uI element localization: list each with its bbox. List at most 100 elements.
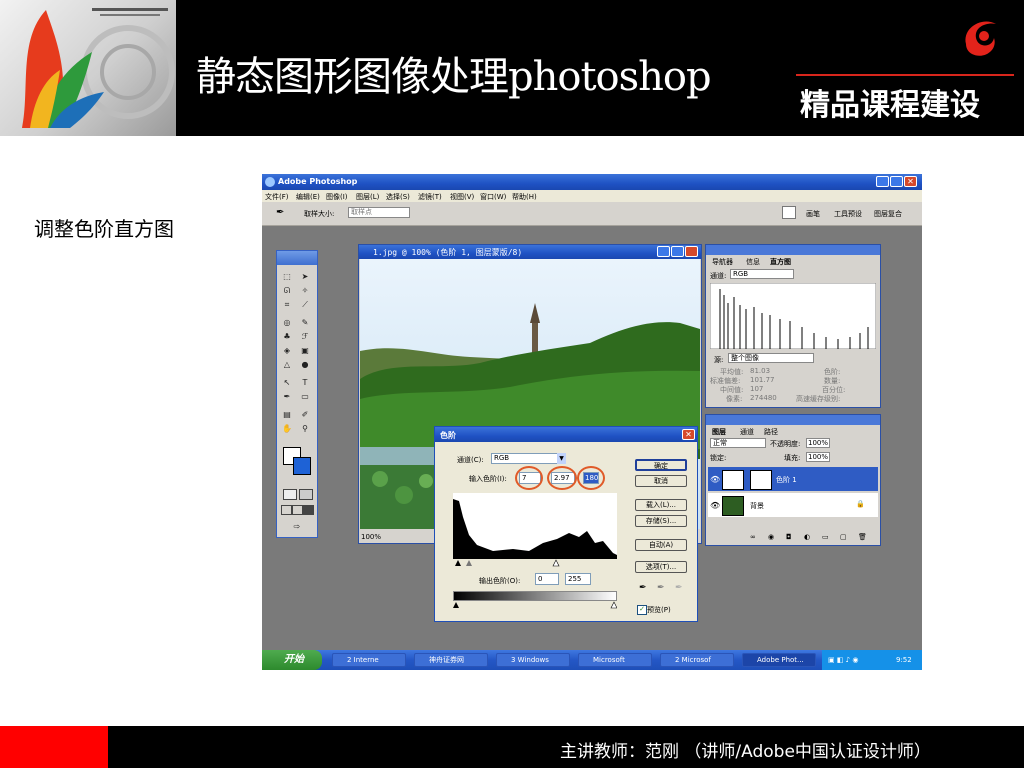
auto-button[interactable]: 自动(A) — [635, 539, 687, 551]
close-button[interactable]: ✕ — [904, 176, 917, 187]
histogram-source-select[interactable]: 整个图像 — [728, 353, 814, 363]
palette-tab-tool-presets[interactable]: 工具预设 — [834, 209, 862, 219]
menu-item-view[interactable]: 视图(V) — [450, 192, 474, 202]
gray-point-eyedropper-icon[interactable]: ✒ — [657, 583, 665, 593]
delete-layer-icon[interactable]: 🗑 — [858, 533, 867, 541]
output-sliders[interactable] — [453, 601, 617, 609]
stat-median-value: 107 — [750, 385, 764, 393]
tray-icons[interactable]: ▣ ◧ ♪ ◉ — [828, 656, 858, 664]
file-browser-icon[interactable] — [782, 206, 796, 219]
menu-item-filter[interactable]: 滤镜(T) — [418, 192, 442, 202]
menu-item-layer[interactable]: 图层(L) — [356, 192, 379, 202]
tab-paths[interactable]: 路径 — [764, 427, 778, 437]
move-tool-icon[interactable]: ➤ — [299, 271, 311, 282]
tab-info[interactable]: 信息 — [746, 257, 760, 267]
screen-mode-full-icon[interactable] — [303, 505, 314, 515]
layer-style-icon[interactable]: ◉ — [768, 533, 774, 541]
menu-item-file[interactable]: 文件(F) — [265, 192, 289, 202]
tab-histogram[interactable]: 直方图 — [770, 257, 791, 267]
preview-checkbox[interactable]: ✓ — [637, 605, 647, 615]
hand-tool-icon[interactable]: ✋ — [281, 423, 293, 434]
taskbar-item-internet[interactable]: 2 Interne — [332, 653, 406, 667]
black-point-eyedropper-icon[interactable]: ✒ — [639, 583, 647, 593]
history-brush-tool-icon[interactable]: ℱ — [299, 331, 311, 342]
brush-tool-icon[interactable]: ✎ — [299, 317, 311, 328]
dodge-tool-icon[interactable]: ● — [299, 359, 311, 370]
menu-item-edit[interactable]: 编辑(E) — [296, 192, 320, 202]
link-layers-icon[interactable]: ∞ — [750, 533, 756, 541]
taskbar-item-securities[interactable]: 神舟证券网 — [414, 653, 488, 667]
layer-visibility-eye-icon[interactable]: 👁 — [710, 475, 720, 484]
tab-channels[interactable]: 通道 — [740, 427, 754, 437]
jump-to-imageready-icon[interactable]: ⇨ — [291, 521, 303, 532]
histogram-panel-header — [706, 245, 880, 255]
magic-wand-tool-icon[interactable]: ✧ — [299, 285, 311, 296]
screen-mode-full-menu-icon[interactable] — [292, 505, 303, 515]
input-sliders[interactable] — [453, 559, 617, 567]
new-layer-icon[interactable]: ▢ — [840, 533, 847, 541]
background-color-swatch[interactable] — [293, 457, 311, 475]
menu-item-select[interactable]: 选择(S) — [386, 192, 410, 202]
maximize-button[interactable] — [890, 176, 903, 187]
eraser-tool-icon[interactable]: ◈ — [281, 345, 293, 356]
slice-tool-icon[interactable]: ⟋ — [299, 299, 311, 310]
gradient-tool-icon[interactable]: ▣ — [299, 345, 311, 356]
start-button[interactable]: 开始 — [262, 650, 322, 670]
menu-item-help[interactable]: 帮助(H) — [512, 192, 537, 202]
quick-mask-mode-icon[interactable] — [299, 489, 313, 500]
new-group-icon[interactable]: ▭ — [822, 533, 829, 541]
layer-visibility-eye-icon[interactable]: 👁 — [710, 501, 720, 510]
notes-tool-icon[interactable]: ▤ — [281, 409, 293, 420]
zoom-tool-icon[interactable]: ⚲ — [299, 423, 311, 434]
screen-mode-standard-icon[interactable] — [281, 505, 292, 515]
taskbar-item-windows[interactable]: 3 Windows — [496, 653, 570, 667]
sample-size-select[interactable]: 取样点 — [348, 207, 410, 218]
standard-mode-icon[interactable] — [283, 489, 297, 500]
eyedropper-tool-icon-2[interactable]: ✐ — [299, 409, 311, 420]
doc-close-button[interactable] — [685, 246, 698, 257]
options-button[interactable]: 选项(T)... — [635, 561, 687, 573]
type-tool-icon[interactable]: T — [299, 377, 311, 388]
minimize-button[interactable] — [876, 176, 889, 187]
shape-tool-icon[interactable]: ▭ — [299, 391, 311, 402]
stamp-tool-icon[interactable]: ♣ — [281, 331, 293, 342]
white-point-eyedropper-icon[interactable]: ✒ — [675, 583, 683, 593]
path-selection-tool-icon[interactable]: ↖ — [281, 377, 293, 388]
output-black-field[interactable]: 0 — [535, 573, 559, 585]
levels-close-button[interactable]: ✕ — [682, 429, 695, 440]
fill-input[interactable]: 100% — [806, 452, 830, 462]
chevron-down-icon[interactable]: ▼ — [557, 453, 566, 464]
blur-tool-icon[interactable]: △ — [281, 359, 293, 370]
lasso-tool-icon[interactable]: ᘏ — [281, 285, 293, 296]
palette-tab-layer-comps[interactable]: 图层复合 — [874, 209, 902, 219]
eyedropper-tool-icon[interactable]: ✒ — [276, 207, 284, 218]
load-button[interactable]: 载入(L)... — [635, 499, 687, 511]
save-button[interactable]: 存储(S)... — [635, 515, 687, 527]
menu-item-window[interactable]: 窗口(W) — [480, 192, 506, 202]
taskbar-item-microsoft-2[interactable]: 2 Microsof — [660, 653, 734, 667]
histogram-channel-select[interactable]: RGB — [730, 269, 794, 279]
tab-navigator[interactable]: 导航器 — [712, 257, 733, 267]
blend-mode-select[interactable]: 正常 — [710, 438, 766, 448]
opacity-input[interactable]: 100% — [806, 438, 830, 448]
doc-minimize-button[interactable] — [657, 246, 670, 257]
marquee-tool-icon[interactable]: ⬚ — [281, 271, 293, 282]
taskbar-item-microsoft[interactable]: Microsoft — [578, 653, 652, 667]
ok-button[interactable]: 确定 — [635, 459, 687, 471]
pen-tool-icon[interactable]: ✒ — [281, 391, 293, 402]
menu-item-image[interactable]: 图像(I) — [326, 192, 348, 202]
tab-layers[interactable]: 图层 — [712, 427, 726, 437]
layer-row-levels[interactable]: 👁 色阶 1 — [708, 467, 878, 491]
crop-tool-icon[interactable]: ⌗ — [281, 299, 293, 310]
healing-brush-tool-icon[interactable]: ◎ — [281, 317, 293, 328]
output-white-field[interactable]: 255 — [565, 573, 591, 585]
levels-channel-select[interactable]: RGB — [491, 453, 565, 464]
layer-row-background[interactable]: 👁 背景 🔒 — [708, 493, 878, 517]
doc-maximize-button[interactable] — [671, 246, 684, 257]
cancel-button[interactable]: 取消 — [635, 475, 687, 487]
palette-tab-brushes[interactable]: 画笔 — [806, 209, 820, 219]
taskbar-item-photoshop[interactable]: Adobe Phot... — [742, 653, 816, 667]
new-adjustment-layer-icon[interactable]: ◐ — [804, 533, 810, 541]
app-title-bar: Adobe Photoshop ✕ — [262, 174, 922, 190]
add-mask-icon[interactable]: ◘ — [786, 533, 792, 541]
